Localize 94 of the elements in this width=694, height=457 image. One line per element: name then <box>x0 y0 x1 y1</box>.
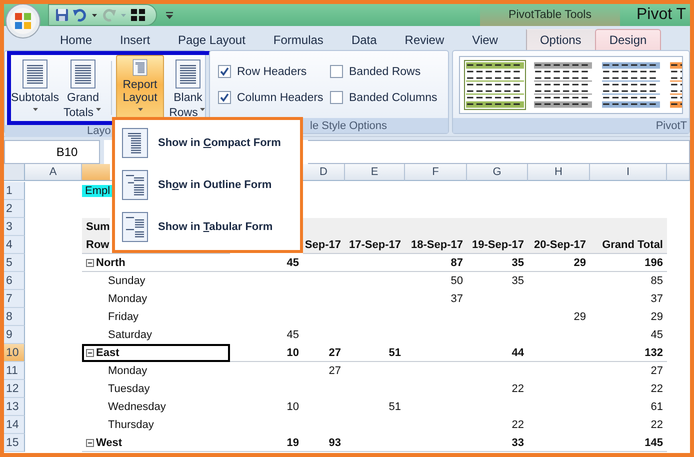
name-box[interactable]: B10 <box>4 140 100 164</box>
table-cell: 37 <box>450 293 463 305</box>
ribbon-button[interactable]: Subtotals <box>11 55 59 121</box>
ribbon-tab[interactable]: Options <box>526 29 596 50</box>
row-header[interactable]: 5 <box>4 254 25 272</box>
row-label: Sunday <box>108 275 146 287</box>
table-cell: 27 <box>650 365 663 377</box>
column-header[interactable]: F <box>405 164 467 181</box>
table-cell: 132 <box>644 346 663 358</box>
column-header[interactable]: I <box>590 164 667 181</box>
ribbon-tab[interactable]: Home <box>46 29 106 50</box>
table-cell: 10 <box>286 346 299 358</box>
table-cell: 61 <box>650 401 663 413</box>
ribbon-tab[interactable]: View <box>458 29 512 50</box>
table-cell: 29 <box>574 311 586 323</box>
row-header[interactable]: 3 <box>4 218 25 236</box>
header-cell: 18-Sep-17 <box>405 236 467 254</box>
header-cell: Row <box>82 236 110 253</box>
table-cell: 29 <box>574 256 586 268</box>
table-cell: 19 <box>286 436 299 448</box>
ribbon-tab[interactable]: Review <box>390 29 458 50</box>
checkbox-label[interactable]: Banded Rows <box>349 66 421 78</box>
window-title: Pivot T <box>636 6 687 24</box>
checkbox-label[interactable]: Row Headers <box>237 66 307 78</box>
checkbox-label[interactable]: Banded Columns <box>349 92 438 104</box>
column-header[interactable]: E <box>345 164 405 181</box>
row-header[interactable]: 10 <box>4 344 25 362</box>
ribbon-tab[interactable]: Insert <box>106 29 164 50</box>
row-header[interactable]: 15 <box>4 434 25 452</box>
table-cell: 85 <box>650 275 663 287</box>
row-label: Wednesday <box>108 401 166 413</box>
table-cell: 45 <box>286 329 299 341</box>
table-cell: 145 <box>644 436 663 448</box>
header-cell: Grand Total <box>590 236 667 254</box>
header-cell: Sep-17 <box>303 236 345 254</box>
table-cell: 50 <box>450 275 463 287</box>
row-label: Saturday <box>108 329 152 341</box>
table-cell: 10 <box>286 401 299 413</box>
row-header[interactable]: 8 <box>4 308 25 326</box>
table-cell: 35 <box>512 256 524 268</box>
row-label: Thursday <box>108 419 154 431</box>
table-cell: 27 <box>328 365 341 377</box>
row-header[interactable]: 6 <box>4 272 25 290</box>
ribbon-tab[interactable]: Data <box>337 29 391 50</box>
table-cell: 45 <box>286 256 299 268</box>
column-header[interactable]: H <box>528 164 590 181</box>
active-cell-frame[interactable]: East <box>82 344 230 362</box>
row-header[interactable]: 11 <box>4 362 25 380</box>
table-cell: 37 <box>650 293 663 305</box>
table-cell: 87 <box>450 256 463 268</box>
table-cell: 22 <box>512 383 524 395</box>
row-header[interactable]: 13 <box>4 398 25 416</box>
ribbon-tab[interactable]: Page Layout <box>164 29 260 50</box>
row-header[interactable]: 14 <box>4 416 25 434</box>
table-cell: 27 <box>328 346 341 358</box>
table-cell: 45 <box>650 329 663 341</box>
contextual-tab-label: PivotTable Tools <box>480 4 620 26</box>
row-header[interactable]: 4 <box>4 236 25 254</box>
row-label: Monday <box>108 365 148 377</box>
row-header[interactable]: 9 <box>4 326 25 344</box>
group-label: PivotT <box>453 118 689 133</box>
row-label: Monday <box>108 293 148 305</box>
table-cell: 51 <box>388 346 401 358</box>
header-cell: 19-Sep-17 <box>467 236 528 254</box>
table-cell: 22 <box>650 419 663 431</box>
row-label: Friday <box>108 311 139 323</box>
column-header[interactable]: A <box>25 164 82 181</box>
row-header[interactable]: 1 <box>4 182 25 200</box>
header-cell: 20-Sep-17 <box>528 236 590 254</box>
row-header[interactable]: 7 <box>4 290 25 308</box>
table-cell: 93 <box>328 436 341 448</box>
table-cell: 33 <box>512 436 524 448</box>
checkbox-label[interactable]: Column Headers <box>237 92 324 104</box>
table-cell: 22 <box>512 419 524 431</box>
row-label: West <box>96 436 122 448</box>
row-label: East <box>96 346 120 358</box>
column-header[interactable]: G <box>467 164 528 181</box>
table-cell: 22 <box>650 383 663 395</box>
table-cell: 44 <box>512 346 524 358</box>
row-header[interactable]: 12 <box>4 380 25 398</box>
ribbon-tab[interactable]: Formulas <box>259 29 338 50</box>
row-label: Tuesday <box>108 383 150 395</box>
ribbon-tab[interactable]: Design <box>595 29 661 50</box>
row-header[interactable]: 2 <box>4 200 25 218</box>
row-label: North <box>96 256 126 268</box>
table-cell: 35 <box>512 275 524 287</box>
ribbon-button[interactable]: Grand Totals <box>59 55 107 121</box>
header-cell: Sum <box>82 218 110 236</box>
table-cell: Empl <box>82 185 112 197</box>
header-cell: 17-Sep-17 <box>345 236 405 254</box>
table-cell: 196 <box>644 256 663 268</box>
table-cell: 51 <box>388 401 401 413</box>
column-header[interactable]: D <box>303 164 345 181</box>
table-cell: 29 <box>650 311 663 323</box>
